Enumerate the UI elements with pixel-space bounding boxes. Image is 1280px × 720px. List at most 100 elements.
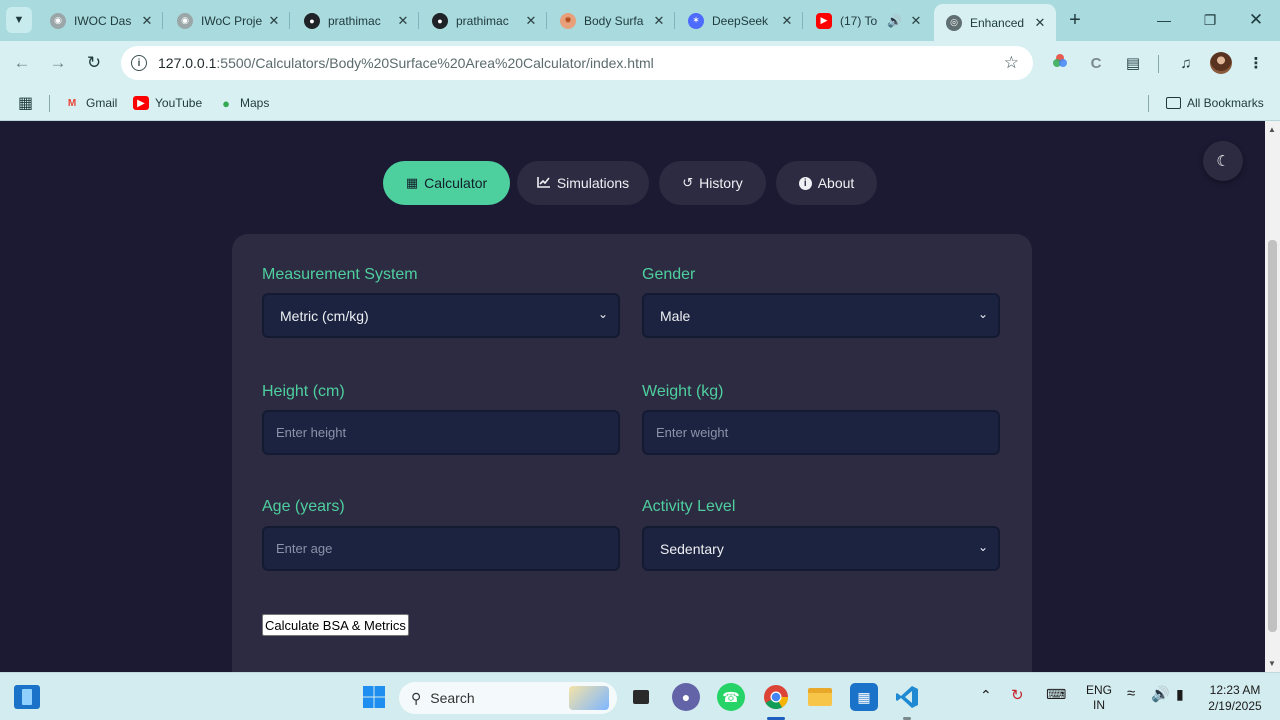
tab-search-button[interactable]: ▼	[6, 7, 32, 33]
bookmark-gmail[interactable]: M Gmail	[64, 92, 118, 114]
new-tab-button[interactable]: +	[1064, 9, 1086, 31]
browser-tab[interactable]: ◉ IWoC Proje ✕	[165, 6, 290, 35]
color-extension-icon[interactable]	[1049, 53, 1071, 75]
reload-button[interactable]: ↻	[82, 51, 106, 75]
measurement-system-label: Measurement System	[262, 266, 418, 283]
media-control-icon[interactable]: ♫	[1175, 53, 1197, 75]
windows-start-icon[interactable]	[360, 683, 388, 711]
theme-toggle-button[interactable]: ☾	[1203, 141, 1243, 181]
file-explorer-icon[interactable]	[806, 683, 834, 711]
region-code: IN	[1093, 698, 1105, 712]
weight-input[interactable]: Enter weight	[642, 410, 1000, 455]
restore-button[interactable]: ❐	[1198, 8, 1222, 32]
browser-tab[interactable]: ▶ (17) To 🔊 ✕	[804, 6, 932, 35]
tab-separator	[418, 12, 419, 29]
bookmark-label: YouTube	[155, 96, 203, 110]
height-input[interactable]: Enter height	[262, 410, 620, 455]
tray-chevron-icon[interactable]: ⌃	[980, 687, 992, 704]
page-scrollbar[interactable]: ▲ ▼	[1265, 121, 1280, 672]
battery-icon[interactable]: ▮	[1176, 686, 1184, 703]
bookmark-youtube[interactable]: ▶ YouTube	[133, 92, 202, 114]
browser-tab[interactable]: ◉ IWOC Das ✕	[38, 6, 163, 35]
input-placeholder: Enter age	[276, 541, 333, 556]
history-icon: ↺	[682, 175, 694, 190]
clock-time: 12:23 AM	[1209, 683, 1261, 697]
speaker-icon[interactable]: 🔊	[887, 14, 902, 28]
wifi-icon[interactable]: ≈	[1127, 685, 1135, 702]
close-icon[interactable]: ✕	[395, 13, 411, 29]
tab-separator	[162, 12, 163, 29]
keyboard-icon[interactable]: ⌨	[1046, 686, 1066, 703]
widgets-icon[interactable]	[14, 685, 40, 709]
sync-icon[interactable]: ↻	[1011, 686, 1024, 704]
deepseek-icon: ✶	[688, 12, 704, 29]
measurement-system-select[interactable]: Metric (cm/kg) ⌄	[262, 293, 620, 338]
browser-tab[interactable]: ✶ DeepSeek ✕	[676, 6, 803, 35]
forward-button[interactable]: →	[46, 51, 70, 75]
nav-simulations[interactable]: Simulations	[517, 161, 649, 205]
scroll-down-icon[interactable]: ▼	[1268, 659, 1276, 668]
windows-taskbar: ⚲ Search ● ☎ ▦ ⌃ ↻ ⌨ ENG IN ≈ 🔊 ▮ 12:23 …	[0, 672, 1280, 720]
scroll-up-icon[interactable]: ▲	[1268, 125, 1276, 134]
bookmarks-bar: ▦ M Gmail ▶ YouTube ● Maps All Bookmarks	[0, 86, 1280, 121]
language-indicator[interactable]: ENG IN	[1086, 683, 1112, 713]
calculator-card: Measurement System Metric (cm/kg) ⌄ Gend…	[232, 234, 1032, 672]
browser-tab[interactable]: ● prathimac ✕	[292, 6, 419, 35]
avatar[interactable]	[1210, 52, 1232, 74]
volume-icon[interactable]: 🔊	[1151, 685, 1170, 703]
scrollbar-thumb[interactable]	[1268, 240, 1277, 632]
taskbar-search[interactable]: ⚲ Search	[399, 682, 617, 714]
close-icon[interactable]: ✕	[779, 13, 795, 29]
bookmark-star-icon[interactable]: ☆	[1004, 53, 1019, 73]
calculator-icon: ▦	[405, 175, 419, 190]
close-icon[interactable]: ✕	[651, 13, 667, 29]
all-bookmarks-label: All Bookmarks	[1187, 96, 1264, 110]
address-bar[interactable]: i 127.0.0.1:5500/Calculators/Body%20Surf…	[121, 46, 1033, 80]
tab-title: DeepSeek	[712, 13, 769, 28]
toolbar-separator	[1158, 55, 1159, 73]
age-input[interactable]: Enter age	[262, 526, 620, 571]
tab-title: (17) To	[840, 13, 878, 28]
clock[interactable]: 12:23 AM 2/19/2025	[1202, 682, 1268, 714]
close-icon[interactable]: ✕	[266, 13, 282, 29]
url-path: :5500/Calculators/Body%20Surface%20Area%…	[216, 55, 654, 71]
close-icon[interactable]: ✕	[523, 13, 539, 29]
gender-select[interactable]: Male ⌄	[642, 293, 1000, 338]
chrome-icon[interactable]	[762, 683, 790, 711]
nav-label: History	[699, 175, 743, 191]
all-bookmarks-button[interactable]: All Bookmarks	[1166, 92, 1264, 114]
tab-title: prathimac	[328, 13, 381, 28]
nav-calculator[interactable]: ▦ Calculator	[383, 161, 510, 205]
back-button[interactable]: ←	[10, 51, 34, 75]
nav-history[interactable]: ↺ History	[659, 161, 766, 205]
site-info-icon[interactable]: i	[131, 55, 147, 71]
microsoft-store-icon[interactable]: ▦	[850, 683, 878, 711]
select-value: Male	[660, 307, 691, 324]
task-view-icon[interactable]	[627, 683, 655, 711]
url-text[interactable]: 127.0.0.1:5500/Calculators/Body%20Surfac…	[158, 55, 654, 71]
extension-c-icon[interactable]: C	[1085, 53, 1107, 75]
close-icon[interactable]: ✕	[908, 13, 924, 29]
calculate-button[interactable]: Calculate BSA & Metrics	[262, 614, 409, 636]
vscode-icon[interactable]	[893, 683, 921, 711]
browser-tab[interactable]: ● prathimac ✕	[420, 6, 547, 35]
chevron-down-icon: ⌄	[977, 540, 988, 554]
puzzle-icon[interactable]: ▤	[1122, 53, 1144, 75]
apps-grid-icon[interactable]: ▦	[18, 92, 33, 114]
teams-icon[interactable]: ●	[672, 683, 700, 711]
whatsapp-icon[interactable]: ☎	[717, 683, 745, 711]
nav-label: Calculator	[424, 175, 488, 191]
minimize-button[interactable]: —	[1152, 8, 1176, 32]
close-window-button[interactable]: ✕	[1244, 8, 1268, 32]
activity-level-select[interactable]: Sedentary ⌄	[642, 526, 1000, 571]
iwoc-icon: ◉	[177, 12, 193, 29]
bookmark-maps[interactable]: ● Maps	[218, 92, 269, 114]
nav-about[interactable]: i About	[776, 161, 877, 205]
close-icon[interactable]: ✕	[1032, 15, 1048, 31]
browser-tab-active[interactable]: ◎ Enhanced ✕	[934, 4, 1056, 41]
close-icon[interactable]: ✕	[139, 13, 155, 29]
browser-tab[interactable]: ✹ Body Surfa ✕	[548, 6, 675, 35]
nav-label: Simulations	[556, 175, 630, 191]
menu-kebab-icon[interactable]: ⋮	[1245, 53, 1267, 75]
tab-title: IWoC Proje	[201, 13, 263, 28]
